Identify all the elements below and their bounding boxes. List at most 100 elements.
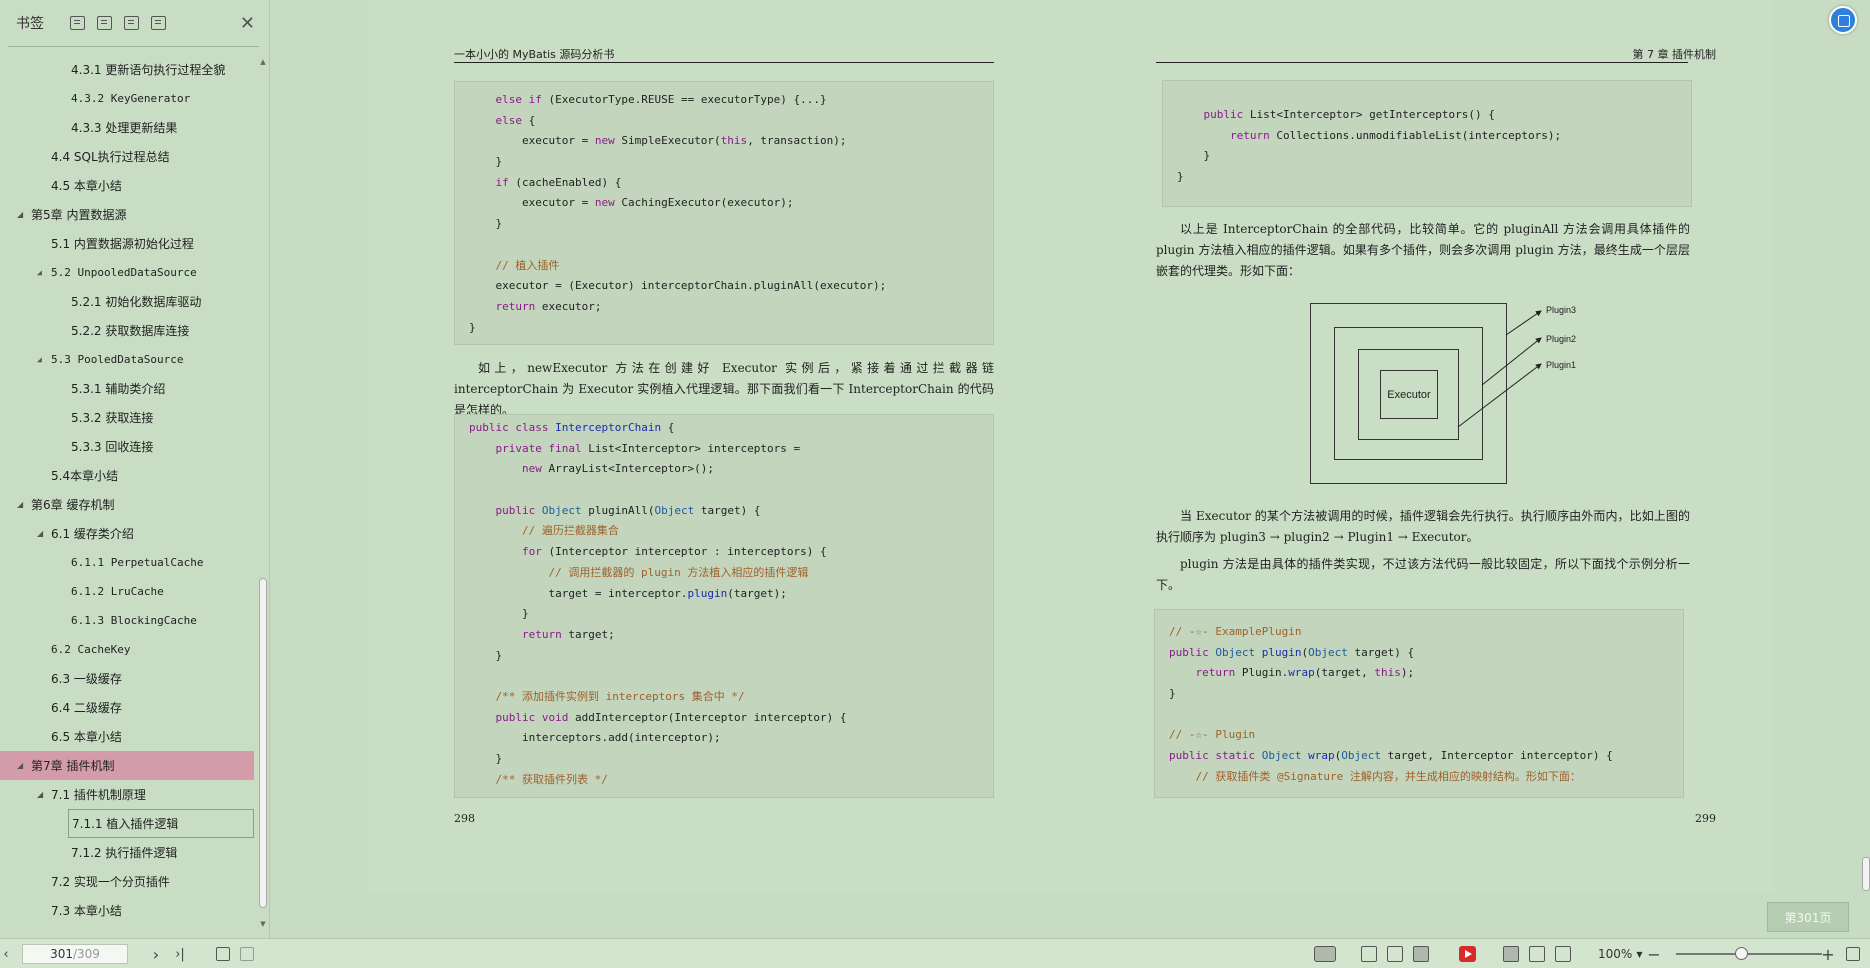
- toc-item[interactable]: 5.2.1 初始化数据库驱动: [0, 287, 258, 316]
- toc-item[interactable]: 5.1 内置数据源初始化过程: [0, 229, 258, 258]
- plugin3-box: [1310, 303, 1507, 484]
- toc-item-label: 6.3 一级缓存: [51, 672, 122, 686]
- actual-size-icon[interactable]: [1555, 946, 1571, 962]
- eye-protection-icon[interactable]: [1314, 946, 1336, 962]
- double-page-icon[interactable]: [1413, 946, 1429, 962]
- toc-item[interactable]: 5.4本章小结: [0, 461, 258, 490]
- toc-item[interactable]: 4.3.2 KeyGenerator: [0, 84, 258, 113]
- toc-item[interactable]: 6.1.3 BlockingCache: [0, 606, 258, 635]
- page-number-input[interactable]: 301/309: [22, 944, 128, 964]
- toc-item[interactable]: 6.3 一级缓存: [0, 664, 258, 693]
- toc-item[interactable]: 4.5 本章小结: [0, 171, 258, 200]
- page-299: 第 7 章 插件机制 public List<Interceptor> getI…: [1154, 0, 1716, 840]
- total-pages: /309: [72, 947, 100, 961]
- next-page-icon[interactable]: ›: [148, 939, 164, 968]
- expand-triangle-icon[interactable]: ◢: [37, 355, 42, 364]
- add-bookmark-icon[interactable]: [124, 16, 139, 30]
- zoom-select[interactable]: 100% ▼: [1598, 939, 1642, 968]
- toc-item[interactable]: 4.3.3 处理更新结果: [0, 113, 258, 142]
- sidebar-scroll-thumb[interactable]: [259, 578, 267, 908]
- expand-triangle-icon[interactable]: ◢: [37, 790, 43, 799]
- toc-item[interactable]: 5.3.1 辅助类介绍: [0, 374, 258, 403]
- toc-item-label: 7.2 实现一个分页插件: [51, 875, 170, 889]
- toc-item[interactable]: 4.4 SQL执行过程总结: [0, 142, 258, 171]
- expand-triangle-icon[interactable]: ◢: [37, 529, 43, 538]
- sidebar-title: 书签: [16, 16, 44, 32]
- bookmark-options-icon[interactable]: [151, 16, 166, 30]
- fullscreen-icon[interactable]: [1846, 947, 1860, 961]
- running-head-left: 一本小小的 MyBatis 源码分析书: [454, 48, 615, 61]
- back-icon[interactable]: [216, 947, 230, 961]
- toc-item-label: 7.1.2 执行插件逻辑: [71, 846, 178, 860]
- toc-item[interactable]: ◢ 6.1 缓存类介绍: [0, 519, 258, 548]
- sidebar-divider: [8, 46, 259, 47]
- expand-triangle-icon[interactable]: ◢: [17, 210, 23, 219]
- toc-item[interactable]: ◢ 5.3 PooledDataSource: [0, 345, 258, 374]
- code-line: // 植入插件: [495, 258, 560, 272]
- toc-item[interactable]: 6.4 二级缓存: [0, 693, 258, 722]
- toc-item[interactable]: 7.2 实现一个分页插件: [0, 867, 258, 896]
- prev-page-icon[interactable]: ‹: [0, 939, 12, 968]
- single-page-icon[interactable]: [1361, 946, 1377, 962]
- fit-page-icon[interactable]: [1529, 946, 1545, 962]
- last-page-icon[interactable]: ›|: [170, 939, 190, 968]
- executor-label: Executor: [1387, 388, 1431, 401]
- scroll-down-icon[interactable]: ▼: [258, 920, 268, 928]
- expand-all-icon[interactable]: [70, 16, 85, 30]
- toc-item[interactable]: ◢ 5.2 UnpooledDataSource: [0, 258, 258, 287]
- code-line: /** 添加插件实例到 interceptors 集合中 */: [495, 689, 745, 703]
- floating-tool-button[interactable]: [1829, 6, 1857, 34]
- scroll-up-icon[interactable]: ▲: [258, 58, 268, 66]
- close-icon[interactable]: ✕: [240, 13, 255, 34]
- expand-triangle-icon[interactable]: ◢: [17, 500, 23, 509]
- zoom-in-icon[interactable]: +: [1820, 939, 1836, 968]
- collapse-all-icon[interactable]: [97, 16, 112, 30]
- code-line: return executor;: [495, 299, 602, 313]
- toc-item[interactable]: 6.1.2 LruCache: [0, 577, 258, 606]
- toc-item[interactable]: 7.3 本章小结: [0, 896, 258, 925]
- toc-item[interactable]: ◢ 第5章 内置数据源: [0, 200, 258, 229]
- toc-item-label: 6.1.2 LruCache: [71, 585, 164, 598]
- zoom-slider-knob[interactable]: [1735, 947, 1748, 960]
- chevron-down-icon: ▼: [1636, 949, 1643, 959]
- toc-item[interactable]: 5.3.2 获取连接: [0, 403, 258, 432]
- code-line: public Object plugin(Object target) {: [1169, 645, 1415, 659]
- toc-item-label: 4.3.1 更新语句执行过程全貌: [71, 63, 226, 77]
- code-line: public static Object wrap(Object target,…: [1169, 749, 1613, 763]
- code-line: return Plugin.wrap(target, this);: [1195, 666, 1415, 680]
- code-line: executor = new SimpleExecutor(this, tran…: [469, 134, 847, 148]
- toc-item[interactable]: 4.3.1 更新语句执行过程全貌: [0, 55, 258, 84]
- toc-item[interactable]: 6.1.1 PerpetualCache: [0, 548, 258, 577]
- zoom-out-icon[interactable]: −: [1646, 939, 1662, 968]
- bookmark-sidebar: 书签 ✕ 4.3.1 更新语句执行过程全貌 4.3.2 KeyGenerator 4…: [0, 0, 270, 938]
- sidebar-scrollbar[interactable]: ▲ ▼: [258, 58, 268, 928]
- toc-item[interactable]: 6.5 本章小结: [0, 722, 258, 751]
- toc-item[interactable]: ◢ 第7章 插件机制: [0, 751, 254, 780]
- toc-item-label: 6.1 缓存类介绍: [51, 527, 134, 541]
- play-icon[interactable]: [1459, 946, 1476, 962]
- expand-triangle-icon[interactable]: ◢: [17, 761, 23, 770]
- document-view[interactable]: 一本小小的 MyBatis 源码分析书 else if (ExecutorTyp…: [368, 0, 1774, 893]
- plugin1-box: [1358, 349, 1459, 440]
- toc-item[interactable]: 7.1.2 执行插件逻辑: [0, 838, 258, 867]
- toc-item[interactable]: ◢ 第6章 缓存机制: [0, 490, 258, 519]
- toc-item[interactable]: 5.3.3 回收连接: [0, 432, 258, 461]
- expand-triangle-icon[interactable]: ◢: [37, 268, 42, 277]
- toc-item-label: 5.3.2 获取连接: [71, 411, 154, 425]
- toc-item[interactable]: ◢ 7.1 插件机制原理: [0, 780, 258, 809]
- toc-item-label: 4.5 本章小结: [51, 179, 122, 193]
- paragraph: 以上是 InterceptorChain 的全部代码，比较简单。它的 plugi…: [1156, 222, 1690, 278]
- toc-item[interactable]: 6.2 CacheKey: [0, 635, 258, 664]
- zoom-slider[interactable]: [1676, 953, 1822, 955]
- page-number: 298: [454, 812, 475, 825]
- page-view-icon[interactable]: [1387, 946, 1403, 962]
- code-line: }: [469, 217, 503, 231]
- toc-item[interactable]: 5.2.2 获取数据库连接: [0, 316, 258, 345]
- toc-item[interactable]: 7.1.1 植入插件逻辑: [0, 809, 258, 838]
- document-scroll-thumb[interactable]: [1862, 857, 1870, 891]
- fit-width-icon[interactable]: [1503, 946, 1519, 962]
- goto-page-button[interactable]: 第301页: [1767, 902, 1849, 932]
- sidebar-toolbar: [70, 16, 166, 30]
- forward-icon[interactable]: [240, 947, 254, 961]
